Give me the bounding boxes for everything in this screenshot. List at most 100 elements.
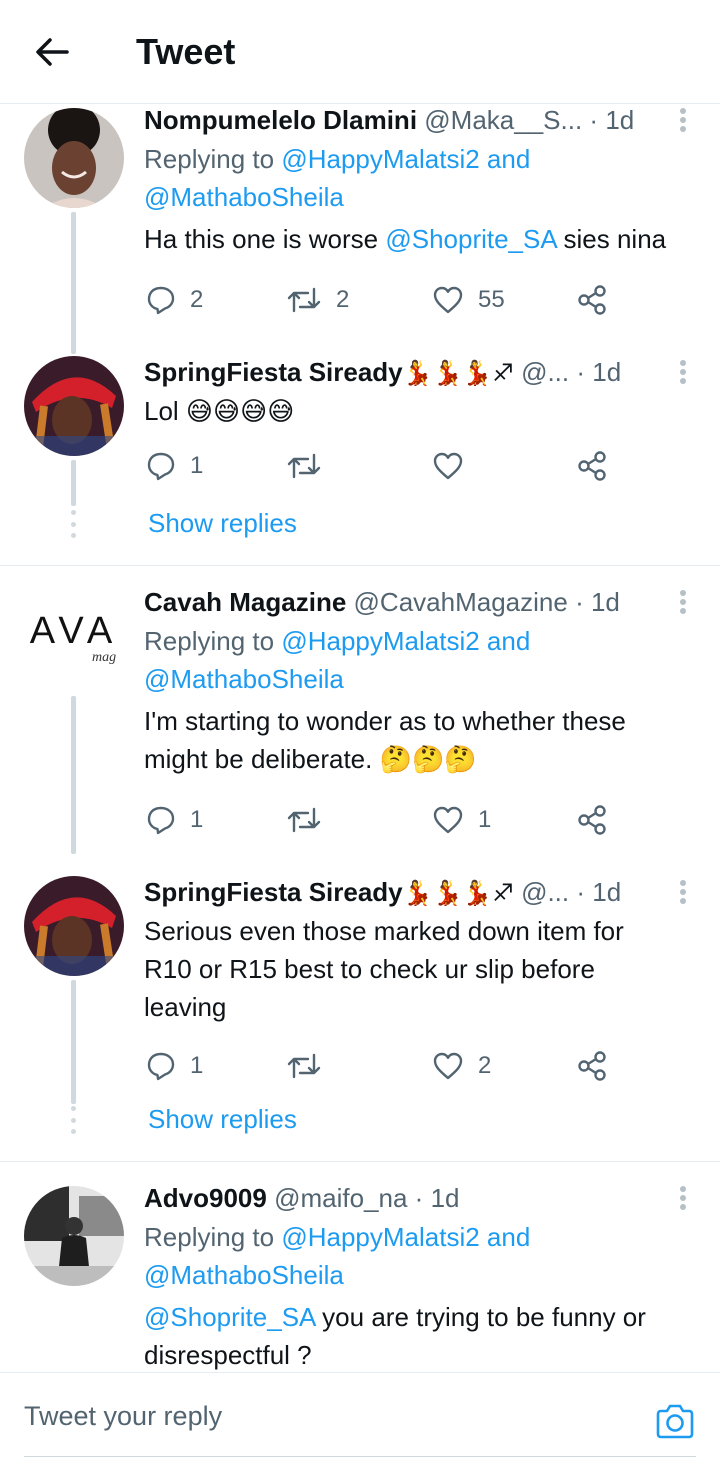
retweet-count: 2 — [336, 286, 350, 313]
mention-link[interactable]: @HappyMalatsi2 — [281, 626, 479, 656]
tweet-item[interactable]: Nompumelelo Dlamini @Maka__S... · 1d Rep… — [0, 104, 720, 354]
show-replies-link[interactable]: Show replies — [148, 1104, 297, 1135]
separator-dot: · — [589, 105, 606, 135]
timestamp[interactable]: 1d — [431, 1183, 460, 1213]
display-name[interactable]: Advo9009 — [144, 1183, 267, 1213]
back-button[interactable] — [30, 30, 74, 74]
tweet-item[interactable]: Advo9009 @maifo_na · 1d Replying to @Hap… — [0, 1180, 720, 1372]
reply-button[interactable]: 1 — [146, 800, 203, 840]
avatar[interactable] — [24, 1186, 124, 1286]
avatar[interactable] — [24, 876, 124, 976]
like-button[interactable]: 1 — [432, 800, 491, 840]
share-icon — [578, 285, 606, 315]
reply-icon — [147, 806, 175, 835]
avatar[interactable] — [24, 356, 124, 456]
tweet-content: SpringFiesta Siready💃💃💃♐ @... · 1d Serio… — [144, 876, 700, 1086]
tweet-header: Advo9009 @maifo_na · 1d — [144, 1182, 700, 1214]
retweet-button[interactable] — [286, 800, 336, 840]
retweet-button[interactable]: 2 — [286, 280, 349, 320]
timestamp[interactable]: 1d — [605, 105, 634, 135]
reply-input[interactable]: Tweet your reply — [24, 1401, 222, 1432]
display-name[interactable]: SpringFiesta Siready — [144, 357, 403, 387]
tweet-text: Lol 😅😅😅😅 — [144, 396, 295, 426]
reply-composer: Tweet your reply — [0, 1372, 720, 1467]
avatar[interactable] — [24, 108, 124, 208]
tweet-content: SpringFiesta Siready💃💃💃♐ @... · 1d Lol 😅… — [144, 356, 700, 486]
mention-link[interactable]: @MathaboSheila — [144, 182, 344, 212]
thread-line — [71, 696, 76, 854]
display-name[interactable]: Cavah Magazine — [144, 587, 346, 617]
like-button[interactable] — [432, 446, 478, 486]
mention-link[interactable]: @HappyMalatsi2 — [281, 1222, 479, 1252]
more-options-button[interactable] — [666, 104, 700, 136]
share-button[interactable] — [576, 446, 608, 486]
tweet-content: Nompumelelo Dlamini @Maka__S... · 1d Rep… — [144, 104, 700, 320]
retweet-icon — [287, 1053, 321, 1079]
camera-button[interactable] — [654, 1401, 696, 1443]
retweet-icon — [287, 453, 321, 479]
heart-icon — [433, 452, 463, 480]
mention-link[interactable]: @MathaboSheila — [144, 664, 344, 694]
mention-link[interactable]: @Shoprite_SA — [144, 1302, 315, 1332]
heart-icon — [433, 1052, 463, 1080]
tweet-item[interactable]: AVA mag Cavah Magazine @CavahMagazine · … — [0, 586, 720, 854]
reply-button[interactable]: 1 — [146, 446, 203, 486]
retweet-icon — [287, 287, 321, 313]
heart-icon — [433, 806, 463, 834]
thread-continuation-dots — [70, 1106, 76, 1134]
retweet-button[interactable] — [286, 1046, 336, 1086]
display-name[interactable]: Nompumelelo Dlamini — [144, 105, 417, 135]
reply-count: 2 — [190, 286, 204, 313]
more-options-button[interactable] — [666, 876, 700, 908]
tweet-text: Serious even those marked down item for … — [144, 916, 624, 1022]
separator-dot: · — [576, 877, 593, 907]
tweet-header: SpringFiesta Siready💃💃💃♐ @... · 1d — [144, 356, 700, 388]
more-options-button[interactable] — [666, 586, 700, 618]
mention-link[interactable]: @Shoprite_SA — [385, 224, 556, 254]
user-handle[interactable]: @CavahMagazine — [354, 587, 568, 617]
reply-button[interactable]: 2 — [146, 280, 203, 320]
mention-link[interactable]: @MathaboSheila — [144, 1260, 344, 1290]
like-button[interactable]: 55 — [432, 280, 505, 320]
camera-icon — [656, 1404, 694, 1439]
reply-button[interactable]: 1 — [146, 1046, 203, 1086]
thread-continuation-dots — [70, 510, 76, 538]
avatar[interactable]: AVA mag — [24, 586, 124, 686]
more-options-button[interactable] — [666, 1182, 700, 1214]
thread-line — [71, 212, 76, 354]
reply-icon — [147, 286, 175, 315]
user-handle[interactable]: @... — [521, 357, 569, 387]
retweet-button[interactable] — [286, 446, 336, 486]
heart-icon — [433, 286, 463, 314]
share-button[interactable] — [576, 1046, 608, 1086]
tweet-actions: 1 2 — [144, 1046, 700, 1086]
top-app-bar: Tweet — [0, 0, 720, 104]
arrow-left-icon — [36, 38, 69, 66]
more-vertical-icon — [680, 1186, 686, 1210]
user-handle[interactable]: @... — [521, 877, 569, 907]
divider — [0, 1161, 720, 1162]
user-handle[interactable]: @Maka__S... — [424, 105, 582, 135]
user-handle[interactable]: @maifo_na — [274, 1183, 407, 1213]
tweet-actions: 2 2 55 — [144, 280, 700, 320]
thread-line — [71, 980, 76, 1104]
display-name[interactable]: SpringFiesta Siready — [144, 877, 403, 907]
like-button[interactable]: 2 — [432, 1046, 491, 1086]
replying-to: Replying to @HappyMalatsi2 and @MathaboS… — [144, 1222, 531, 1290]
tweet-item[interactable]: SpringFiesta Siready💃💃💃♐ @... · 1d Lol 😅… — [0, 354, 720, 564]
share-button[interactable] — [576, 800, 608, 840]
name-emoji: 💃💃💃♐ — [402, 879, 514, 907]
share-button[interactable] — [576, 280, 608, 320]
more-options-button[interactable] — [666, 356, 700, 388]
like-count: 55 — [478, 286, 505, 313]
tweet-header: Nompumelelo Dlamini @Maka__S... · 1d — [144, 104, 700, 136]
separator-dot: · — [575, 587, 591, 617]
timestamp[interactable]: 1d — [592, 877, 621, 907]
timestamp[interactable]: 1d — [591, 587, 620, 617]
tweet-item[interactable]: SpringFiesta Siready💃💃💃♐ @... · 1d Serio… — [0, 874, 720, 1164]
tweet-header: SpringFiesta Siready💃💃💃♐ @... · 1d — [144, 876, 700, 908]
timestamp[interactable]: 1d — [592, 357, 621, 387]
show-replies-link[interactable]: Show replies — [148, 508, 297, 539]
mention-link[interactable]: @HappyMalatsi2 — [281, 144, 479, 174]
like-count: 2 — [478, 1052, 492, 1079]
